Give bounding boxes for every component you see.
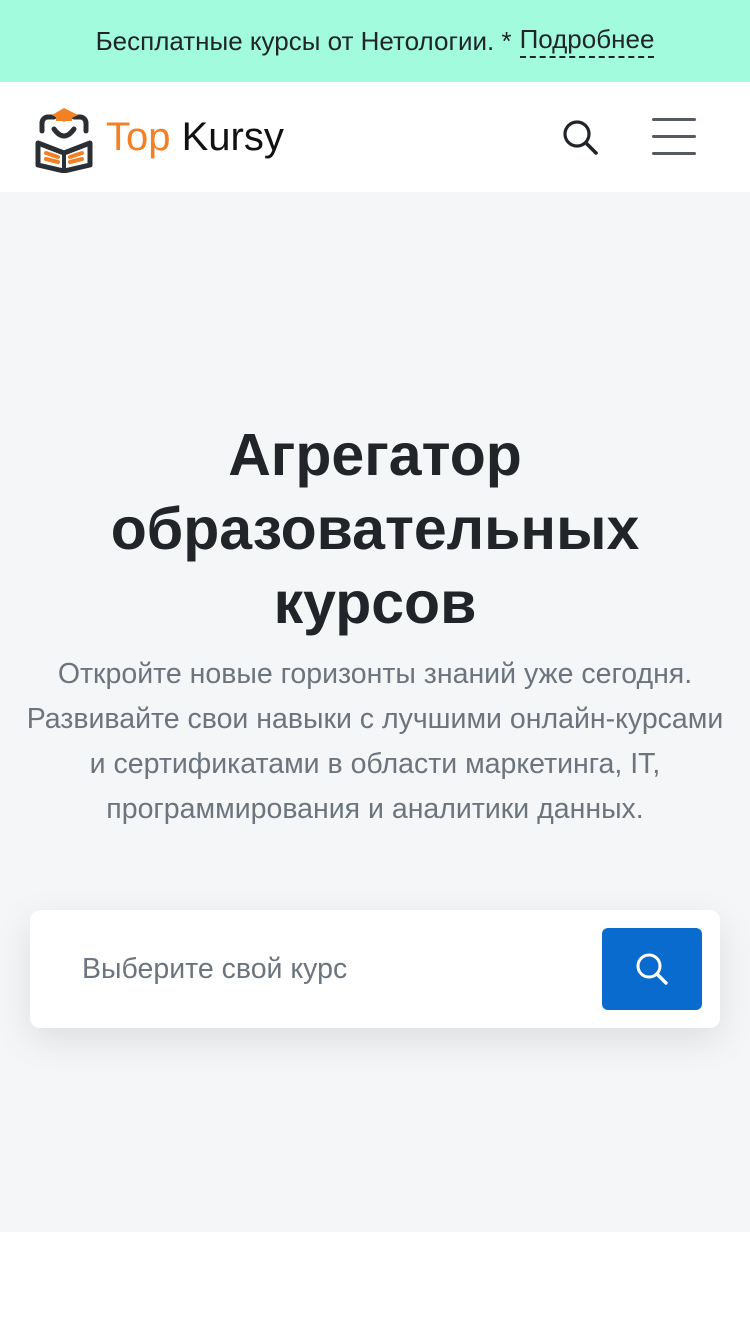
promo-more-link[interactable]: Подробнее: [519, 24, 655, 58]
logo-word-kursy: Kursy: [181, 114, 284, 159]
graduate-book-icon: [35, 108, 93, 173]
promo-bar: Бесплатные курсы от Нетологии. * Подробн…: [0, 0, 750, 82]
search-icon: [636, 953, 668, 985]
course-search-input[interactable]: [82, 940, 582, 998]
page-title: Агрегатор образовательных курсов: [110, 422, 640, 636]
hamburger-menu-icon[interactable]: [650, 116, 698, 158]
site-header: Top Kursy: [0, 82, 750, 192]
hero-section: Агрегатор образовательных курсов Откройт…: [0, 192, 750, 1232]
logo[interactable]: Top Kursy: [34, 100, 284, 174]
search-icon: [563, 120, 598, 155]
header-search-button[interactable]: [560, 117, 600, 157]
hero-subtitle: Откройте новые горизонты знаний уже сего…: [26, 658, 724, 825]
course-search-button[interactable]: [602, 928, 702, 1010]
course-search-box: [30, 910, 720, 1028]
logo-text: Top Kursy: [106, 115, 284, 160]
logo-word-top: Top: [106, 114, 171, 159]
promo-text: Бесплатные курсы от Нетологии. *: [95, 25, 512, 56]
